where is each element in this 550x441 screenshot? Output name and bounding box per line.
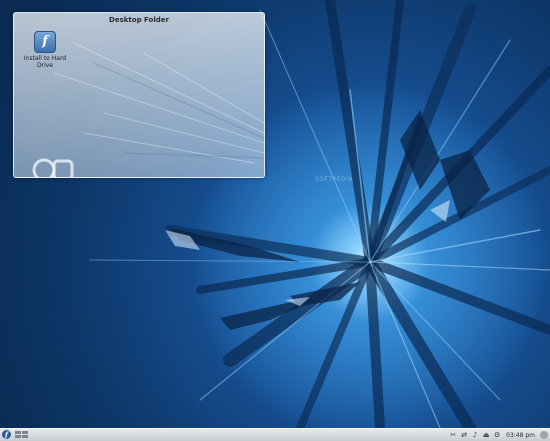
bottom-panel: f ✂ ⇄ ♪ ⏏ ⚙ 03:48 pm	[0, 428, 550, 441]
pager-desktop-1[interactable]	[15, 431, 21, 434]
device-notifier-icon[interactable]: ⏏	[482, 431, 490, 439]
widget-title: Desktop Folder	[109, 16, 169, 24]
desktop-icon-label: Install to Hard Drive	[23, 55, 67, 69]
fedora-install-icon: f	[34, 31, 56, 53]
virtual-desktop-pager[interactable]	[15, 431, 28, 438]
watermark: SOFTPEDIA	[315, 176, 353, 183]
panel-toolbox-icon[interactable]	[540, 431, 548, 439]
clipboard-icon[interactable]: ✂	[449, 431, 457, 439]
updates-icon[interactable]: ⚙	[493, 431, 501, 439]
volume-icon[interactable]: ♪	[471, 431, 479, 439]
desktop-folder-widget[interactable]: Desktop Folder f Install to Hard Drive	[13, 12, 265, 178]
desktop-icon-install-to-hard-drive[interactable]: f Install to Hard Drive	[22, 31, 68, 69]
widget-handle-icon[interactable]	[32, 158, 76, 178]
network-icon[interactable]: ⇄	[460, 431, 468, 439]
fedora-launcher-icon[interactable]: f	[2, 430, 11, 439]
pager-desktop-2[interactable]	[22, 431, 28, 434]
system-tray: ✂ ⇄ ♪ ⏏ ⚙ 03:48 pm	[449, 430, 548, 440]
pager-desktop-4[interactable]	[22, 435, 28, 438]
panel-clock[interactable]: 03:48 pm	[504, 432, 537, 439]
pager-desktop-3[interactable]	[15, 435, 21, 438]
